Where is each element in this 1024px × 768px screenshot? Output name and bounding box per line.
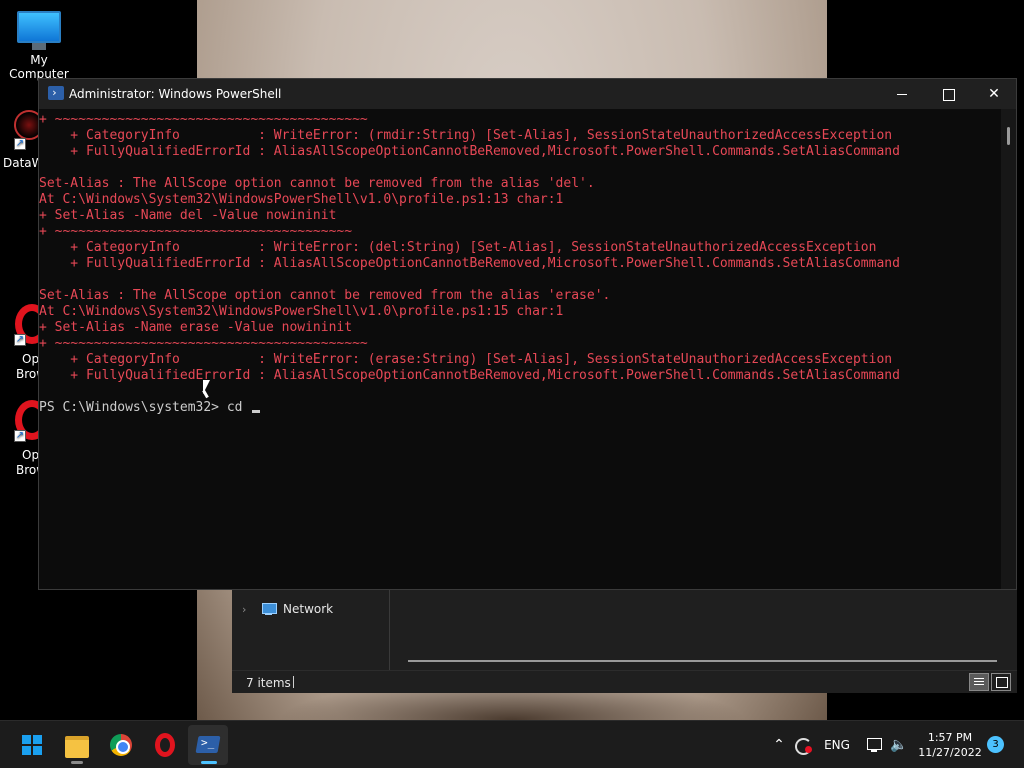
taskbar-file-explorer[interactable] xyxy=(57,725,97,765)
desktop-icon-my-computer[interactable]: My Computer xyxy=(0,8,78,81)
clock[interactable]: 1:57 PM 11/27/2022 xyxy=(916,721,984,768)
console-line: Set-Alias : The AllScope option cannot b… xyxy=(39,288,611,303)
status-bar: 7 items xyxy=(232,670,1017,693)
console-line: + CategoryInfo : WriteError: (erase:Stri… xyxy=(39,352,893,367)
language-indicator[interactable]: ENG xyxy=(820,721,854,768)
console-line: + ~~~~~~~~~~~~~~~~~~~~~~~~~~~~~~~~~~~~~~… xyxy=(39,336,368,351)
console-line: + FullyQualifiedErrorId : AliasAllScopeO… xyxy=(39,256,900,271)
minimize-button[interactable] xyxy=(879,79,925,109)
console-line: Set-Alias : The AllScope option cannot b… xyxy=(39,176,595,191)
item-count: 7 items xyxy=(246,676,291,690)
console-lines: + ~~~~~~~~~~~~~~~~~~~~~~~~~~~~~~~~~~~~~~… xyxy=(39,112,1001,400)
command-input[interactable]: cd xyxy=(227,400,250,415)
desktop-icon-label: Op xyxy=(22,352,40,366)
network-icon[interactable] xyxy=(864,721,884,768)
desktop-icon-dataw[interactable]: ↗ DataW xyxy=(0,108,40,172)
text-cursor xyxy=(252,410,261,413)
update-icon[interactable] xyxy=(792,721,814,768)
console-line: + FullyQualifiedErrorId : AliasAllScopeO… xyxy=(39,368,900,383)
scrollbar-thumb[interactable] xyxy=(1007,127,1010,145)
prompt-line[interactable]: PS C:\Windows\system32> cd xyxy=(39,400,1001,416)
taskbar-powershell[interactable] xyxy=(188,725,228,765)
maximize-button[interactable] xyxy=(925,79,971,109)
powershell-window: › Administrator: Windows PowerShell ✕ + … xyxy=(38,78,1017,590)
details-view-button[interactable] xyxy=(969,673,989,691)
large-icons-view-button[interactable] xyxy=(991,673,1011,691)
start-button[interactable] xyxy=(12,725,52,765)
taskbar: ⌃ ENG 🔈 1:57 PM 11/27/2022 3 xyxy=(0,720,1024,768)
desktop-icon-label: Op xyxy=(22,448,40,462)
desktop-icon-label: Brow xyxy=(16,367,40,381)
powershell-icon: › xyxy=(48,86,64,100)
prompt: PS C:\Windows\system32> xyxy=(39,400,227,415)
shortcut-arrow-icon: ↗ xyxy=(14,138,26,150)
shortcut-arrow-icon: ↗ xyxy=(14,334,26,346)
mouse-pointer-icon xyxy=(203,380,210,394)
nav-item-label: Network xyxy=(283,602,334,616)
nav-item-network[interactable]: › Network xyxy=(242,602,333,616)
console-line: + Set-Alias -Name del -Value nowininit xyxy=(39,208,337,223)
desktop-icon-label: Brow xyxy=(16,463,40,477)
monitor-icon xyxy=(17,11,61,43)
desktop-icon-opera-browser-1[interactable]: ↗ Op Brow xyxy=(0,302,40,386)
taskbar-chrome[interactable] xyxy=(101,725,141,765)
window-title: Administrator: Windows PowerShell xyxy=(69,87,282,101)
app-logo-icon xyxy=(14,110,40,140)
console-line: + ~~~~~~~~~~~~~~~~~~~~~~~~~~~~~~~~~~~~~~… xyxy=(39,112,368,127)
desktop-icon-opera-browser-2[interactable]: ↗ Op Brow xyxy=(0,398,40,482)
notification-badge[interactable]: 3 xyxy=(987,736,1004,753)
network-icon xyxy=(260,602,278,616)
clock-date: 11/27/2022 xyxy=(918,746,982,759)
desktop: My Computer ↗ DataW ↗ Op Brow ↗ Op Brow … xyxy=(0,0,1024,768)
desktop-icon-label: My Computer xyxy=(9,53,69,81)
console-line: + ~~~~~~~~~~~~~~~~~~~~~~~~~~~~~~~~~~~~~~ xyxy=(39,224,353,239)
horizontal-scrollbar[interactable] xyxy=(408,660,997,662)
file-explorer-window: › Network 7 items xyxy=(232,588,1017,693)
navigation-pane: › Network xyxy=(232,588,390,670)
vertical-scrollbar[interactable] xyxy=(1001,109,1016,589)
console-line: At C:\Windows\System32\WindowsPowerShell… xyxy=(39,192,564,207)
close-button[interactable]: ✕ xyxy=(971,79,1017,109)
show-hidden-icons-button[interactable]: ⌃ xyxy=(768,721,790,768)
volume-icon[interactable]: 🔈 xyxy=(888,721,910,768)
chevron-right-icon[interactable]: › xyxy=(242,603,260,616)
title-bar[interactable]: › Administrator: Windows PowerShell ✕ xyxy=(39,79,1016,109)
console-line: + CategoryInfo : WriteError: (del:String… xyxy=(39,240,877,255)
clock-time: 1:57 PM xyxy=(927,731,973,744)
shortcut-arrow-icon: ↗ xyxy=(14,430,26,442)
console-line: + FullyQualifiedErrorId : AliasAllScopeO… xyxy=(39,144,900,159)
desktop-icon-label: DataW xyxy=(3,156,40,170)
console-output[interactable]: + ~~~~~~~~~~~~~~~~~~~~~~~~~~~~~~~~~~~~~~… xyxy=(39,109,1001,589)
taskbar-opera[interactable] xyxy=(145,725,185,765)
console-line: + Set-Alias -Name erase -Value nowininit xyxy=(39,320,353,335)
console-line: At C:\Windows\System32\WindowsPowerShell… xyxy=(39,304,564,319)
console-line: + CategoryInfo : WriteError: (rmdir:Stri… xyxy=(39,128,893,143)
